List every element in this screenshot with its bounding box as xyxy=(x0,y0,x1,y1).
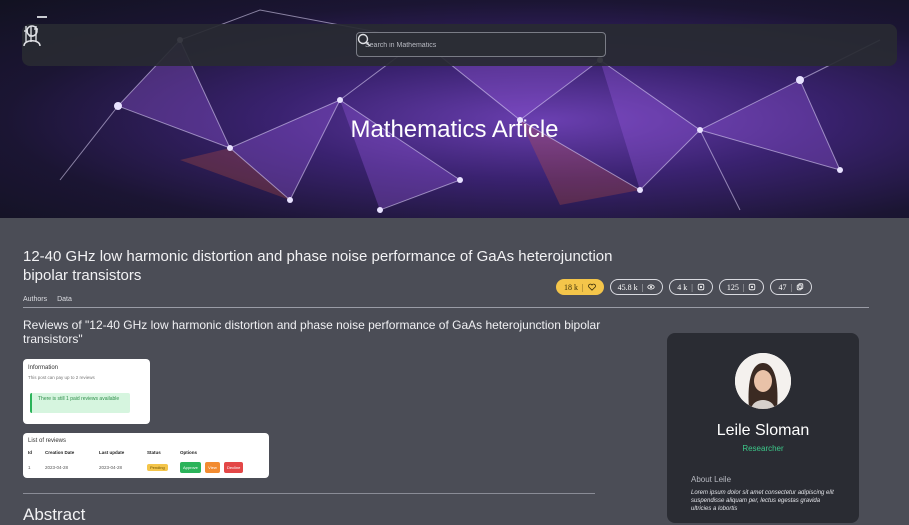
page-title: Mathematics Article xyxy=(350,116,559,143)
reviews-list-heading: List of reviews xyxy=(28,438,67,444)
approve-button[interactable]: Approve xyxy=(180,462,201,473)
decline-button[interactable]: Decline xyxy=(224,462,244,473)
review-updated: 2023-04-28 xyxy=(99,465,123,470)
author-name: Leile Sloman xyxy=(716,422,810,439)
reviews-info-card: Information This post can pay up to 2 re… xyxy=(23,359,150,424)
downloads-stat[interactable]: 4 k | xyxy=(669,279,713,295)
column-header: Last update xyxy=(99,450,125,455)
status-badge: Pending xyxy=(147,464,168,471)
heart-icon xyxy=(587,283,596,291)
top-navigation-bar xyxy=(22,24,897,66)
author-bio: Lorem ipsum dolor sit amet consectetur a… xyxy=(691,490,834,512)
view-button[interactable]: View xyxy=(205,462,220,473)
comments-count: 125 xyxy=(726,282,739,292)
views-stat[interactable]: 45.8 k | xyxy=(609,279,664,295)
avatar-portrait xyxy=(735,353,791,409)
shares-stat[interactable]: 47 | xyxy=(770,279,813,295)
section-divider xyxy=(23,307,869,308)
comment-icon xyxy=(749,283,756,291)
article-stats: 18 k | 45.8 k | 4 k | 125 | 47 | xyxy=(556,279,813,295)
info-subtext: This post can pay up to 2 reviews xyxy=(28,375,95,380)
download-icon xyxy=(697,283,705,291)
user-icon[interactable] xyxy=(22,24,42,48)
paid-reviews-notice: There is still 1 paid reviews available xyxy=(30,393,130,413)
window-handle xyxy=(37,16,47,18)
comments-stat[interactable]: 125 | xyxy=(718,279,765,295)
review-id: 1 xyxy=(28,465,31,470)
views-count: 45.8 k xyxy=(617,282,638,292)
author-role: Researcher xyxy=(742,444,784,453)
column-header: Status xyxy=(147,450,161,455)
article-title: 12-40 GHz low harmonic distortion and ph… xyxy=(23,248,613,284)
likes-count: 18 k xyxy=(564,282,578,292)
author-profile-card: Leile Sloman Researcher About Leile Lore… xyxy=(667,333,859,523)
search-icon[interactable] xyxy=(357,33,371,47)
reviews-heading: Reviews of "12-40 GHz low harmonic disto… xyxy=(23,318,601,346)
column-header: Options xyxy=(180,450,197,455)
hero-banner: Mathematics Article xyxy=(0,0,909,218)
share-icon xyxy=(796,283,804,291)
reviews-list-card: List of reviews Id Creation Date Last up… xyxy=(23,433,269,478)
table-row: 1 2023-04-28 2023-04-28 Pending Approve … xyxy=(28,462,270,473)
shares-count: 47 xyxy=(778,282,787,292)
info-heading: Information xyxy=(28,365,59,371)
tab-data[interactable]: Data xyxy=(57,296,72,303)
tab-authors[interactable]: Authors xyxy=(23,296,47,303)
review-created: 2023-04-28 xyxy=(45,465,69,470)
article-tabs: Authors Data xyxy=(23,296,80,303)
likes-stat[interactable]: 18 k | xyxy=(556,279,604,295)
about-heading: About Leile xyxy=(691,475,732,484)
downloads-count: 4 k xyxy=(677,282,688,292)
search-box xyxy=(356,32,606,57)
avatar[interactable] xyxy=(735,353,791,409)
column-header: Id xyxy=(28,450,32,455)
column-header: Creation Date xyxy=(45,450,75,455)
abstract-heading: Abstract xyxy=(23,505,86,524)
section-divider xyxy=(23,493,595,494)
search-input[interactable] xyxy=(365,37,565,53)
table-header: Id Creation Date Last update Status Opti… xyxy=(28,450,270,455)
eye-icon xyxy=(647,284,655,290)
